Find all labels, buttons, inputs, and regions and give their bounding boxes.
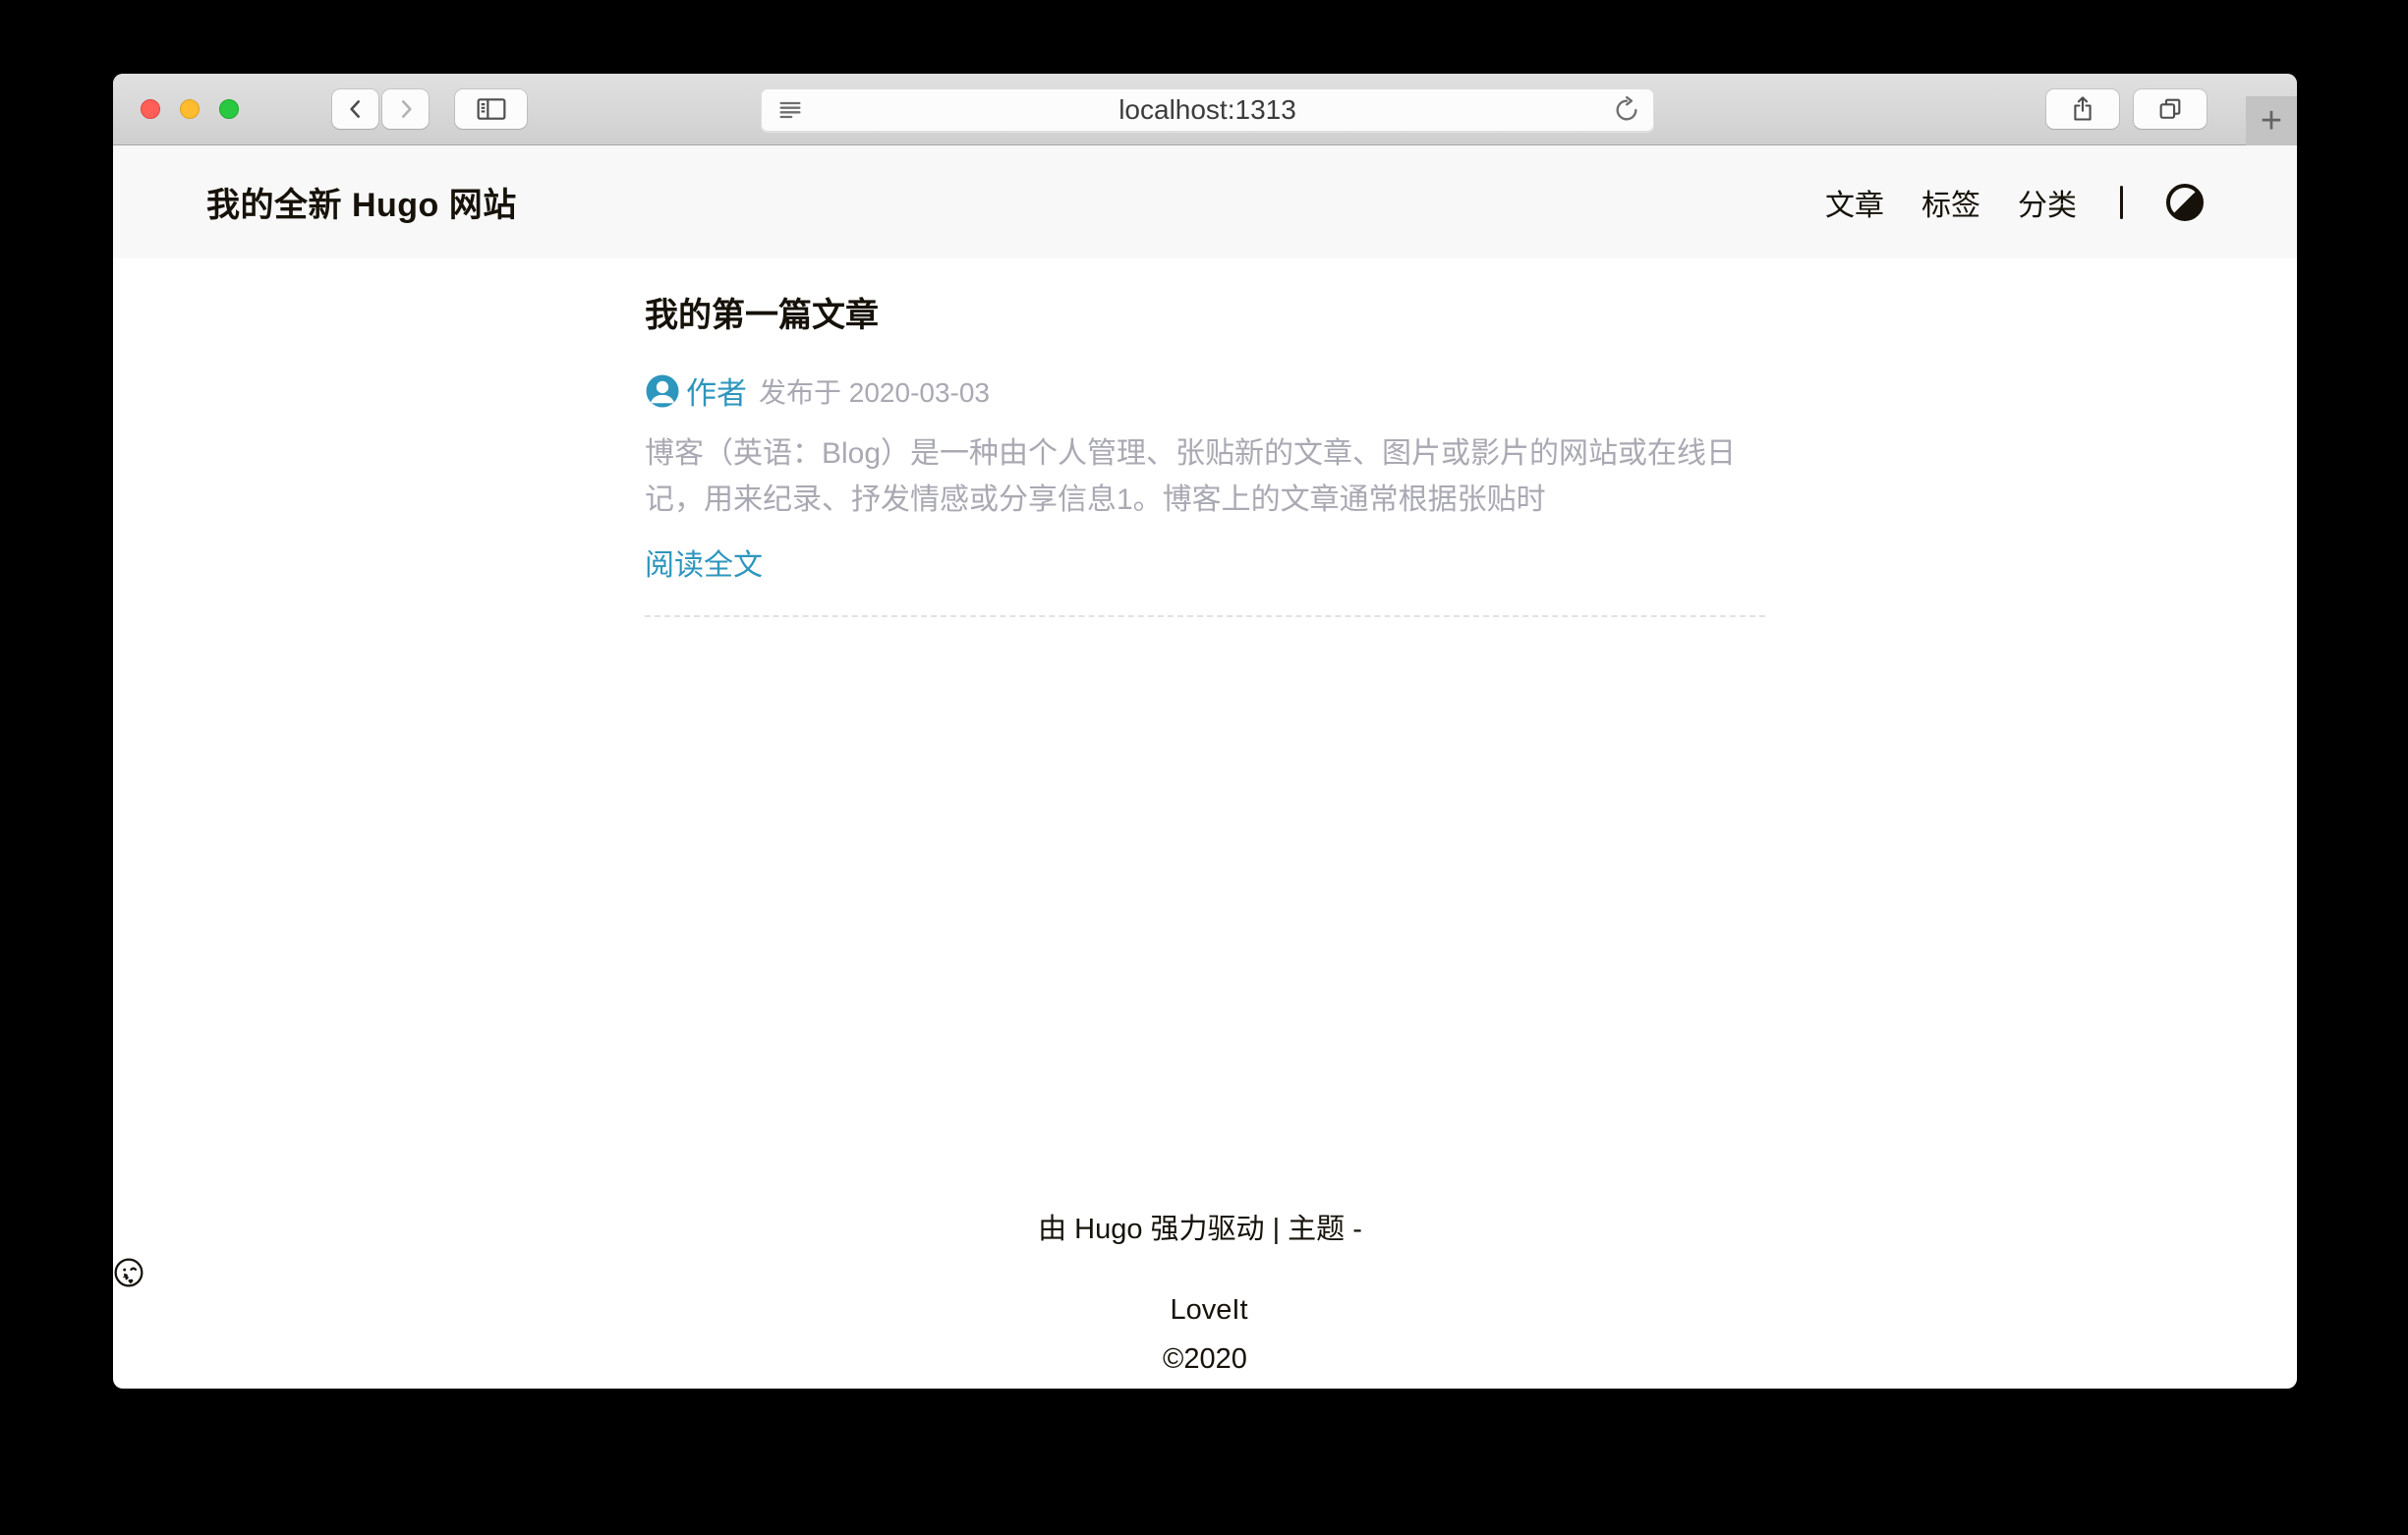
theme-toggle-icon[interactable] [2166,184,2204,221]
nav-item-tags[interactable]: 标签 [1921,181,1980,224]
user-circle-icon [645,373,686,409]
url-text: localhost:1313 [761,94,1654,126]
nav-item-categories[interactable]: 分类 [2018,181,2077,224]
share-icon [2069,95,2096,123]
post-meta: 作者 发布于 2020-03-03 [645,369,1765,413]
main-content: 我的第一篇文章 [113,258,2297,617]
traffic-lights [141,99,239,119]
share-button[interactable] [2046,89,2119,129]
post-title[interactable]: 我的第一篇文章 [645,292,1765,339]
tabs-overview-button[interactable] [2134,89,2207,129]
plus-icon: + [2261,100,2282,142]
tabs-overview-icon [2156,95,2184,123]
footer-copyright: ©2020 [113,1337,2297,1381]
sidebar-icon [475,94,508,124]
post-summary-card: 我的第一篇文章 [645,292,1765,617]
safari-window: localhost:1313 [113,74,2297,1389]
post-publish-date: 发布于 2020-03-03 [759,371,990,411]
close-window-button[interactable] [141,99,160,119]
footer-powered-text: 由 Hugo 强力驱动 | 主题 - [1038,1214,1362,1245]
nav-item-posts[interactable]: 文章 [1825,181,1884,224]
reader-view-icon[interactable] [776,96,804,124]
site-title[interactable]: 我的全新 Hugo 网站 [206,178,517,226]
footer-powered-line: 由 Hugo 强力驱动 | 主题 - LoveIt [113,1208,2297,1337]
minimize-window-button[interactable] [180,99,200,119]
address-bar[interactable]: localhost:1313 [761,88,1654,132]
back-icon [343,96,369,122]
post-author-link[interactable]: 作者 [645,369,747,413]
forward-button[interactable] [382,89,429,129]
browser-toolbar: localhost:1313 [113,74,2297,145]
site-header: 我的全新 Hugo 网站 文章 标签 分类 [113,145,2297,258]
sidebar-toggle-button[interactable] [455,89,527,129]
new-tab-button[interactable]: + [2246,96,2297,145]
nav-divider [2120,186,2123,219]
read-more-link[interactable]: 阅读全文 [645,540,763,584]
site-footer: 由 Hugo 强力驱动 | 主题 - LoveIt ©2020 [113,1208,2297,1381]
zoom-window-button[interactable] [219,99,239,119]
reload-icon[interactable] [1613,96,1640,124]
site-nav: 文章 标签 分类 [1825,181,2204,224]
post-divider [645,615,1765,617]
kiss-wink-heart-icon [113,1257,2297,1288]
footer-theme-name[interactable]: LoveIt [1171,1294,1248,1326]
forward-icon [393,96,419,122]
post-author-name: 作者 [686,369,747,413]
back-button[interactable] [332,89,378,129]
post-summary-text: 博客（英语：Blog）是一种由个人管理、张贴新的文章、图片或影片的网站或在线日记… [645,430,1765,523]
